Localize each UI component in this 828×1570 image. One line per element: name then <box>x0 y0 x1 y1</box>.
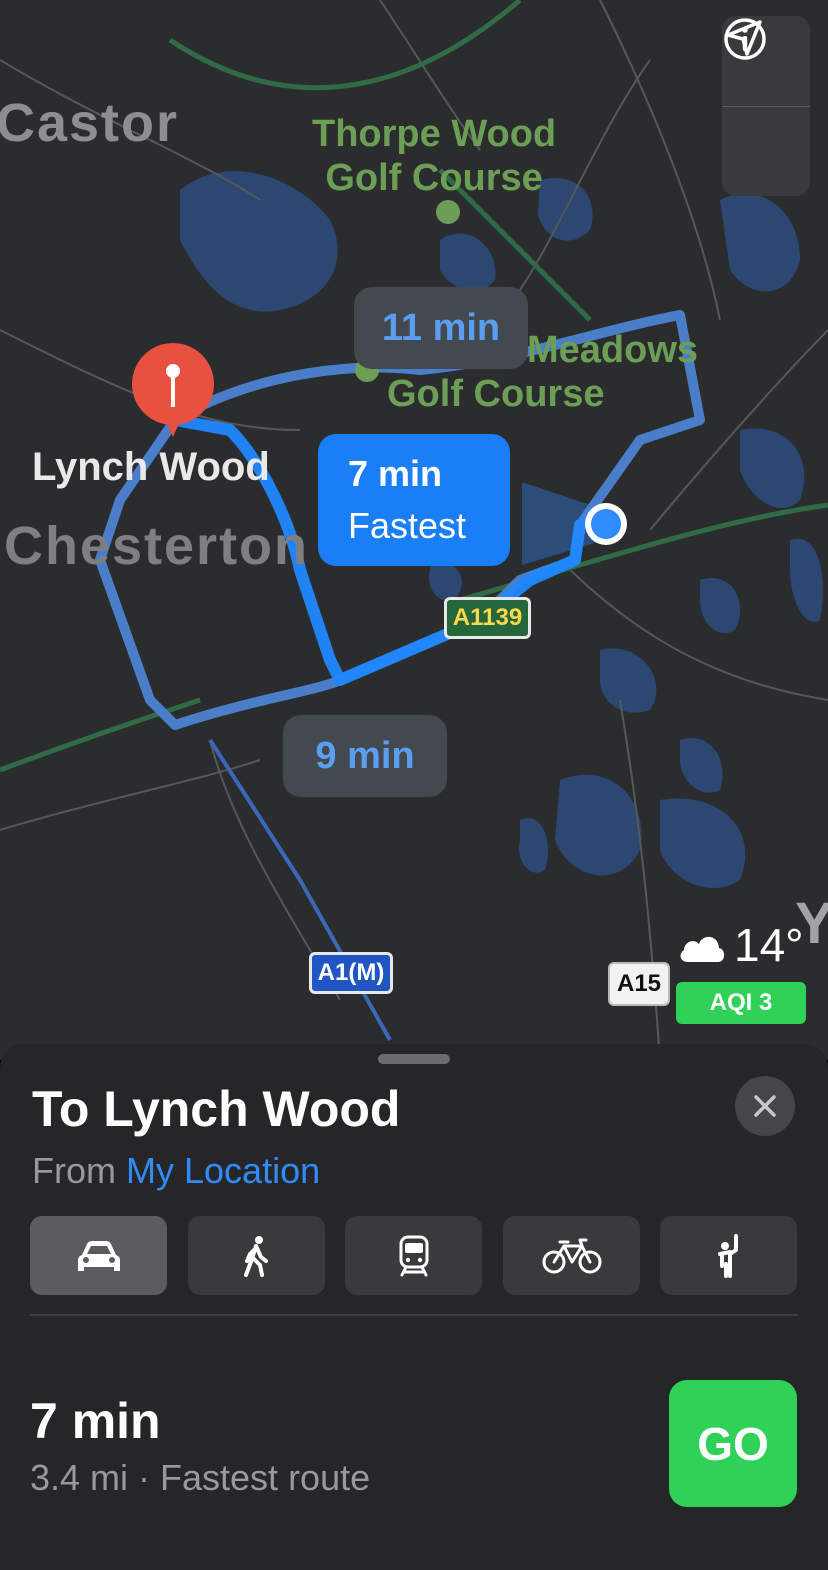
controls-divider <box>722 106 810 107</box>
walking-icon <box>243 1235 268 1277</box>
close-icon <box>754 1095 776 1117</box>
directions-sheet: To Lynch Wood From My Location 7 min 3.4… <box>0 1044 828 1570</box>
place-label-line: Golf Course <box>387 373 605 415</box>
directions-title: To Lynch Wood <box>32 1081 401 1137</box>
map-controls <box>722 16 810 196</box>
route-bubble-alt-top[interactable]: 11 min <box>354 287 528 369</box>
route-summary[interactable]: 3.4 mi · Fastest route <box>30 1457 370 1499</box>
route-bubble-fastest[interactable]: 7 min Fastest <box>318 434 510 566</box>
sheet-grabber[interactable] <box>378 1054 450 1064</box>
aqi-badge: AQI 3 <box>676 982 806 1024</box>
transport-mode-selector <box>30 1216 798 1296</box>
mode-transit-button[interactable] <box>345 1216 482 1295</box>
road-shield-a1m: A1(M) <box>309 952 393 994</box>
place-label-castor: Castor <box>0 93 180 153</box>
track-location-button[interactable] <box>722 20 810 196</box>
mode-rideshare-button[interactable] <box>660 1216 797 1295</box>
sheet-divider <box>30 1314 798 1316</box>
road-shield-a1139: A1139 <box>444 597 531 639</box>
place-label-line: Thorpe Wood <box>312 113 557 155</box>
mode-drive-button[interactable] <box>30 1216 167 1295</box>
origin-location-link[interactable]: My Location <box>126 1150 320 1191</box>
place-label-line: Golf Course <box>325 157 543 199</box>
route-bubble-tag: Fastest <box>348 505 467 546</box>
close-button[interactable] <box>735 1076 795 1136</box>
mode-cycle-button[interactable] <box>503 1216 640 1295</box>
go-button[interactable]: GO <box>669 1380 797 1507</box>
map-view[interactable]: Castor Thorpe Wood Golf Course Meadows G… <box>0 0 828 1060</box>
route-bubble-alt-bottom[interactable]: 9 min <box>283 715 447 797</box>
transit-icon <box>399 1235 428 1276</box>
directions-origin: From My Location <box>32 1150 320 1192</box>
cloud-icon <box>680 936 725 962</box>
ride-share-icon <box>717 1233 738 1278</box>
mode-walk-button[interactable] <box>188 1216 325 1295</box>
road-shield-a15: A15 <box>608 962 670 1006</box>
route-bubble-time: 7 min <box>348 453 443 494</box>
temperature: 14° <box>734 919 804 971</box>
location-arrow-icon <box>726 20 762 56</box>
car-icon <box>77 1240 120 1271</box>
destination-label: Lynch Wood <box>32 445 270 489</box>
origin-prefix: From <box>32 1150 116 1191</box>
place-label-chesterton: Chesterton <box>4 516 310 576</box>
bicycle-icon <box>542 1238 601 1273</box>
route-duration[interactable]: 7 min <box>30 1392 161 1450</box>
weather-widget[interactable]: 14° AQI 3 <box>672 918 810 1028</box>
place-label-thorpe-wood-golf: Thorpe Wood Golf Course <box>312 112 556 200</box>
